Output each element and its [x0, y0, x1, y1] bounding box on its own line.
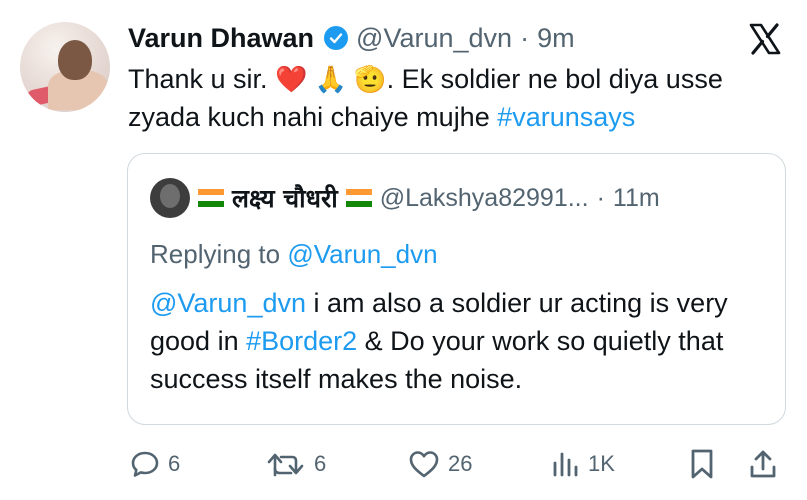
replying-prefix: Replying to: [150, 239, 288, 269]
quoted-tweet-card[interactable]: लक्ष्य चौधरी @Lakshya82991... · 11m Repl…: [127, 153, 786, 425]
separator-dot: ·: [596, 183, 605, 212]
like-count: 26: [448, 451, 473, 476]
avatar-head: [58, 40, 92, 80]
reply-icon: [131, 451, 159, 477]
tweet-header: Varun Dhawan @Varun_dvn · 9m: [128, 20, 575, 56]
views-count: 1K: [588, 451, 615, 476]
tweet-emojis: ❤️ 🙏 🫡: [275, 64, 387, 94]
repost-button[interactable]: 6: [266, 446, 326, 482]
quoted-author-avatar[interactable]: [150, 178, 190, 218]
author-handle[interactable]: @Varun_dvn: [356, 23, 512, 54]
share-icon: [750, 450, 776, 478]
quoted-tweet-text: @Varun_dvn i am also a soldier ur acting…: [150, 284, 770, 398]
quoted-mention[interactable]: @Varun_dvn: [150, 288, 306, 318]
action-bar: 6 6 26 1K: [130, 446, 780, 482]
reply-button[interactable]: 6: [130, 446, 180, 482]
bookmark-icon: [691, 449, 713, 479]
repost-icon: [267, 453, 304, 477]
author-name[interactable]: Varun Dhawan: [128, 23, 314, 54]
author-avatar[interactable]: [20, 22, 110, 112]
tweet-text: Thank u sir. ❤️ 🙏 🫡. Ek soldier ne bol d…: [128, 60, 788, 136]
bookmark-button[interactable]: [688, 446, 716, 482]
repost-count: 6: [314, 451, 327, 476]
replying-handle[interactable]: @Varun_dvn: [287, 239, 437, 269]
quoted-tweet-time[interactable]: 11m: [613, 184, 660, 213]
verified-badge-icon: [324, 26, 349, 50]
india-flag-icon: [345, 189, 372, 207]
like-button[interactable]: 26: [408, 446, 472, 482]
views-button[interactable]: 1K: [550, 446, 615, 482]
india-flag-icon: [198, 189, 224, 207]
tweet-text-start: Thank u sir.: [128, 64, 276, 94]
separator-dot: ·: [520, 22, 530, 53]
share-button[interactable]: [748, 446, 778, 482]
reply-count: 6: [168, 451, 181, 476]
views-icon: [553, 452, 578, 477]
quoted-tweet-header: लक्ष्य चौधरी @Lakshya82991... · 11m: [150, 176, 660, 220]
x-logo-icon[interactable]: [748, 22, 782, 56]
tweet-hashtag[interactable]: #varunsays: [497, 102, 635, 132]
quoted-author-name[interactable]: लक्ष्य चौधरी: [232, 181, 338, 215]
tweet-time[interactable]: 9m: [537, 23, 575, 54]
quoted-author-handle[interactable]: @Lakshya82991...: [380, 184, 589, 213]
quoted-hashtag[interactable]: #Border2: [246, 326, 357, 356]
like-icon: [409, 451, 439, 478]
replying-to-line: Replying to @Varun_dvn: [150, 239, 438, 270]
